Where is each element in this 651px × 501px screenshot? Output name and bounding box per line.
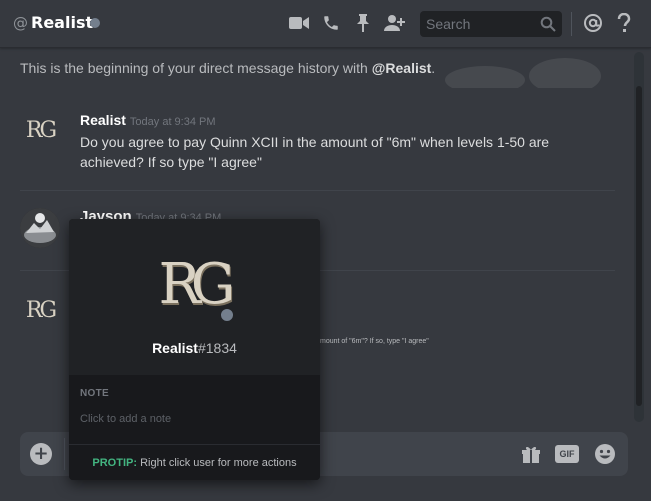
gif-button[interactable]: GIF: [555, 443, 579, 465]
composer-divider: [64, 438, 65, 470]
intro-handle: @Realist: [371, 60, 432, 76]
avatar[interactable]: RG: [20, 290, 60, 330]
channel-header: @ Realist: [0, 0, 651, 48]
at-icon: @: [13, 14, 28, 32]
discriminator: #1834: [197, 340, 237, 356]
rg-logo-avatar: RG: [25, 297, 57, 323]
rg-logo-avatar: RG: [25, 117, 57, 143]
message-content: Do you agree to pay Quinn XCII in the am…: [80, 134, 550, 170]
help-icon[interactable]: [613, 12, 635, 34]
status-indicator: [90, 18, 100, 28]
video-call-icon[interactable]: [288, 12, 310, 34]
note-field[interactable]: [80, 410, 309, 428]
emoji-icon[interactable]: [593, 443, 617, 465]
message-author[interactable]: Realist Today at 9:34 PM: [80, 112, 216, 128]
protip-text: Right click user for more actions: [140, 457, 297, 469]
scrollbar-thumb[interactable]: [636, 86, 642, 406]
add-friend-icon[interactable]: [384, 12, 406, 34]
search-input[interactable]: [420, 11, 538, 37]
status-indicator: [218, 306, 236, 324]
upload-plus-button[interactable]: +: [30, 443, 52, 465]
decorative-background: [445, 58, 601, 88]
protip-footer: PROTIP: Right click user for more action…: [69, 444, 320, 480]
pin-icon[interactable]: [352, 12, 374, 34]
dm-title[interactable]: Realist: [31, 13, 93, 32]
message-divider: [20, 190, 615, 191]
history-beginning-text: This is the beginning of your direct mes…: [20, 60, 436, 76]
jayson-avatar-image: [20, 208, 60, 248]
gift-icon[interactable]: [519, 443, 543, 465]
protip-label: PROTIP:: [92, 457, 138, 469]
popout-username[interactable]: Realist#1834: [69, 340, 320, 356]
note-label: NOTE: [80, 388, 109, 399]
message-timestamp: Today at 9:34 PM: [129, 116, 216, 128]
message-content-small: mount of "6m"? If so, type "I agree": [320, 338, 429, 345]
popout-header: RG Realist#1834: [69, 219, 320, 375]
header-divider: [571, 12, 572, 36]
gif-label: GIF: [555, 445, 579, 463]
search-icon: [540, 16, 556, 36]
avatar[interactable]: RG: [20, 110, 60, 150]
search-box[interactable]: [420, 11, 562, 37]
user-profile-popout: RG Realist#1834 NOTE PROTIP: Right click…: [69, 219, 320, 480]
avatar[interactable]: [20, 208, 60, 248]
voice-call-icon[interactable]: [320, 12, 342, 34]
mentions-icon[interactable]: [582, 12, 604, 34]
